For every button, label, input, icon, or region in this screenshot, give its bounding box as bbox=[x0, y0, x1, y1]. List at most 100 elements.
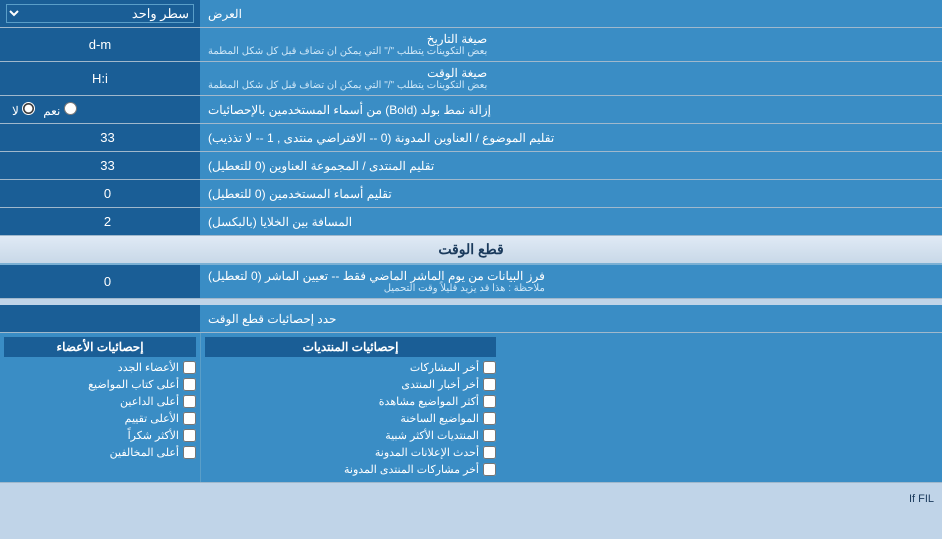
label-most-viewed: أكثر المواضيع مشاهدة bbox=[379, 395, 479, 408]
checkbox-top-referrers[interactable] bbox=[183, 395, 196, 408]
label-top-referrers: أعلى الداعين bbox=[120, 395, 179, 408]
forum-order-label: تقليم المنتدى / المجموعة العناوين (0 للت… bbox=[200, 152, 942, 179]
filter-old-main: فرز البيانات من يوم الماشر الماضي فقط --… bbox=[208, 269, 545, 283]
page-title: العرض bbox=[208, 7, 242, 21]
radio-no[interactable] bbox=[22, 102, 35, 115]
stats-col-members: إحصائيات الأعضاء الأعضاء الجدد أعلى كتاب… bbox=[0, 333, 200, 482]
forum-order-input[interactable] bbox=[6, 158, 194, 173]
stats-item-last-posts: أخر المشاركات bbox=[205, 359, 496, 376]
cell-spacing-input-container bbox=[0, 208, 200, 235]
date-format-label: صيغة التاريخ بعض التكوينات يتطلب "/" الت… bbox=[200, 28, 942, 61]
label-top-writers: أعلى كتاب المواضيع bbox=[88, 378, 179, 391]
stats-item-most-similar: المنتديات الأكثر شبية bbox=[205, 427, 496, 444]
filter-old-sub: ملاحظة : هذا قد يزيد قليلاً وقت التحميل bbox=[208, 283, 545, 294]
stats-item-forum-news: أخر أخبار المنتدى bbox=[205, 376, 496, 393]
checkbox-most-viewed[interactable] bbox=[483, 395, 496, 408]
forum-order-text: تقليم المنتدى / المجموعة العناوين (0 للت… bbox=[208, 159, 434, 173]
bold-remove-row: إزالة نمط بولد (Bold) من أسماء المستخدمي… bbox=[0, 96, 942, 124]
time-format-main: صيغة الوقت bbox=[427, 66, 487, 80]
stats-item-last-forum-posts: أخر مشاركات المنتدى المدونة bbox=[205, 461, 496, 478]
checkbox-last-posts[interactable] bbox=[483, 361, 496, 374]
label-last-posts: أخر المشاركات bbox=[410, 361, 479, 374]
cutoff-section-header: قطع الوقت bbox=[0, 236, 942, 265]
bold-remove-radio-container: نعم لا bbox=[0, 96, 200, 123]
filter-old-input[interactable] bbox=[6, 274, 194, 289]
stats-header-label: حدد إحصائيات قطع الوقت bbox=[200, 305, 942, 332]
main-container: العرض سطر واحد متعدد الأسطر صيغة التاريخ… bbox=[0, 0, 942, 509]
checkbox-hot-topics[interactable] bbox=[483, 412, 496, 425]
cell-spacing-text: المسافة بين الخلايا (بالبكسل) bbox=[208, 215, 352, 229]
topic-order-row: تقليم الموضوع / العناوين المدونة (0 -- ا… bbox=[0, 124, 942, 152]
cutoff-section-title: قطع الوقت bbox=[438, 241, 503, 257]
username-trim-text: تقليم أسماء المستخدمين (0 للتعطيل) bbox=[208, 187, 392, 201]
cell-spacing-input[interactable] bbox=[6, 214, 194, 229]
radio-no-label: لا bbox=[12, 102, 35, 118]
header-row: العرض سطر واحد متعدد الأسطر bbox=[0, 0, 942, 28]
time-format-label: صيغة الوقت بعض التكوينات يتطلب "/" التي … bbox=[200, 62, 942, 95]
checkbox-last-forum-posts[interactable] bbox=[483, 463, 496, 476]
stats-members-title: إحصائيات الأعضاء bbox=[56, 340, 143, 354]
stats-item-top-violators: أعلى المخالفين bbox=[4, 444, 196, 461]
filter-old-row: فرز البيانات من يوم الماشر الماضي فقط --… bbox=[0, 265, 942, 299]
username-trim-label: تقليم أسماء المستخدمين (0 للتعطيل) bbox=[200, 180, 942, 207]
stats-item-top-referrers: أعلى الداعين bbox=[4, 393, 196, 410]
checkbox-top-writers[interactable] bbox=[183, 378, 196, 391]
stats-item-new-members: الأعضاء الجدد bbox=[4, 359, 196, 376]
label-latest-announces: أحدث الإعلانات المدونة bbox=[375, 446, 479, 459]
stats-header-text: حدد إحصائيات قطع الوقت bbox=[208, 312, 336, 326]
stats-section: حدد إحصائيات قطع الوقت إحصائيات المنتديا… bbox=[0, 299, 942, 489]
time-format-sub: بعض التكوينات يتطلب "/" التي يمكن ان تضا… bbox=[208, 80, 487, 91]
stats-item-latest-announces: أحدث الإعلانات المدونة bbox=[205, 444, 496, 461]
date-format-input[interactable]: d-m bbox=[6, 37, 194, 52]
stats-header-row: حدد إحصائيات قطع الوقت bbox=[0, 305, 942, 333]
checkbox-most-similar[interactable] bbox=[483, 429, 496, 442]
checkbox-latest-announces[interactable] bbox=[483, 446, 496, 459]
topic-order-input-container bbox=[0, 124, 200, 151]
page-title-label: العرض bbox=[200, 0, 942, 27]
checkbox-top-rated[interactable] bbox=[183, 412, 196, 425]
single-line-select[interactable]: سطر واحد متعدد الأسطر bbox=[6, 4, 194, 23]
stats-columns-container: إحصائيات المنتديات أخر المشاركات أخر أخب… bbox=[0, 333, 942, 483]
stats-col-forums: إحصائيات المنتديات أخر المشاركات أخر أخب… bbox=[200, 333, 500, 482]
date-format-row: صيغة التاريخ بعض التكوينات يتطلب "/" الت… bbox=[0, 28, 942, 62]
stats-item-most-viewed: أكثر المواضيع مشاهدة bbox=[205, 393, 496, 410]
date-format-main: صيغة التاريخ bbox=[427, 32, 488, 46]
bottom-note-text: If FIL bbox=[909, 493, 934, 505]
label-most-similar: المنتديات الأكثر شبية bbox=[385, 429, 479, 442]
label-top-rated: الأعلى تقييم bbox=[125, 412, 179, 425]
stats-item-most-thanks: الأكثر شكراً bbox=[4, 427, 196, 444]
cell-spacing-label: المسافة بين الخلايا (بالبكسل) bbox=[200, 208, 942, 235]
cell-spacing-row: المسافة بين الخلايا (بالبكسل) bbox=[0, 208, 942, 236]
stats-forums-header: إحصائيات المنتديات bbox=[205, 337, 496, 357]
label-last-forum-posts: أخر مشاركات المنتدى المدونة bbox=[344, 463, 479, 476]
label-most-thanks: الأكثر شكراً bbox=[128, 429, 179, 442]
stats-empty-area bbox=[500, 333, 942, 482]
stats-header-right bbox=[0, 305, 200, 332]
checkbox-forum-news[interactable] bbox=[483, 378, 496, 391]
filter-old-input-container bbox=[0, 265, 200, 298]
topic-order-input[interactable] bbox=[6, 130, 194, 145]
topic-order-text: تقليم الموضوع / العناوين المدونة (0 -- ا… bbox=[208, 131, 554, 145]
bold-remove-text: إزالة نمط بولد (Bold) من أسماء المستخدمي… bbox=[208, 103, 491, 117]
stats-forums-title: إحصائيات المنتديات bbox=[303, 340, 399, 354]
bold-radio-group: نعم لا bbox=[6, 102, 83, 118]
bottom-note: If FIL bbox=[0, 489, 942, 509]
label-new-members: الأعضاء الجدد bbox=[118, 361, 179, 374]
time-format-input[interactable]: H:i bbox=[6, 71, 194, 86]
radio-yes-label: نعم bbox=[43, 102, 76, 118]
stats-item-hot-topics: المواضيع الساخنة bbox=[205, 410, 496, 427]
checkbox-most-thanks[interactable] bbox=[183, 429, 196, 442]
forum-order-input-container bbox=[0, 152, 200, 179]
date-format-sub: بعض التكوينات يتطلب "/" التي يمكن ان تضا… bbox=[208, 46, 487, 57]
username-trim-input-container bbox=[0, 180, 200, 207]
username-trim-row: تقليم أسماء المستخدمين (0 للتعطيل) bbox=[0, 180, 942, 208]
checkbox-top-violators[interactable] bbox=[183, 446, 196, 459]
filter-old-label: فرز البيانات من يوم الماشر الماضي فقط --… bbox=[200, 265, 942, 298]
username-trim-input[interactable] bbox=[6, 186, 194, 201]
stats-item-top-writers: أعلى كتاب المواضيع bbox=[4, 376, 196, 393]
time-format-row: صيغة الوقت بعض التكوينات يتطلب "/" التي … bbox=[0, 62, 942, 96]
bold-remove-label: إزالة نمط بولد (Bold) من أسماء المستخدمي… bbox=[200, 96, 942, 123]
radio-yes[interactable] bbox=[64, 102, 77, 115]
label-top-violators: أعلى المخالفين bbox=[110, 446, 179, 459]
checkbox-new-members[interactable] bbox=[183, 361, 196, 374]
